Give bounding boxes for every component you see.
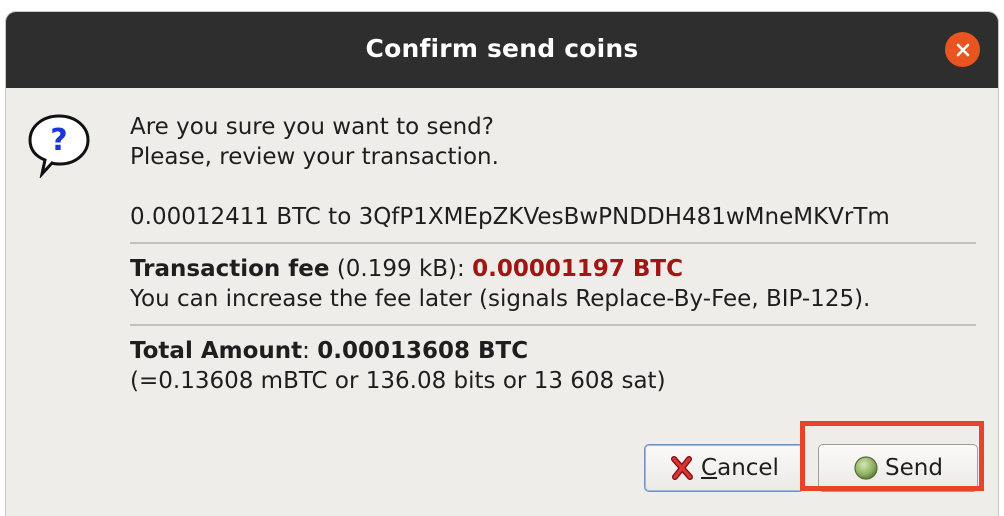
total-separator: : bbox=[302, 338, 318, 364]
send-label: Send bbox=[885, 455, 943, 481]
message-content: Are you sure you want to send? Please, r… bbox=[130, 112, 985, 396]
send-button[interactable]: Send bbox=[818, 444, 978, 492]
green-circle-icon bbox=[853, 455, 879, 481]
separator bbox=[130, 242, 976, 244]
fee-label: Transaction fee bbox=[130, 256, 330, 282]
dialog-title: Confirm send coins bbox=[365, 34, 639, 63]
recipient-line: 0.00012411 BTC to 3QfP1XMEpZKVesBwPNDDH4… bbox=[130, 204, 890, 230]
red-x-icon bbox=[669, 455, 695, 481]
cancel-label: Cancel bbox=[701, 455, 779, 481]
close-button[interactable] bbox=[945, 32, 980, 67]
total-alt-units: (=0.13608 mBTC or 136.08 bits or 13 608 … bbox=[130, 368, 666, 394]
fee-amount: 0.00001197 BTC bbox=[472, 256, 683, 282]
total-line: Total Amount: 0.00013608 BTC bbox=[130, 336, 985, 366]
fee-line: Transaction fee (0.199 kB): 0.00001197 B… bbox=[130, 254, 985, 284]
review-instruction: Please, review your transaction. bbox=[130, 144, 499, 170]
titlebar: Confirm send coins bbox=[6, 12, 998, 88]
total-label: Total Amount bbox=[130, 338, 303, 364]
confirm-send-dialog: Confirm send coins ? Are you sure you wa… bbox=[6, 12, 998, 516]
question-bubble-icon: ? bbox=[28, 114, 90, 178]
separator bbox=[130, 324, 976, 326]
cancel-button[interactable]: Cancel bbox=[644, 444, 804, 492]
fee-note: You can increase the fee later (signals … bbox=[130, 286, 871, 312]
confirm-question: Are you sure you want to send? bbox=[130, 114, 494, 140]
total-amount: 0.00013608 BTC bbox=[317, 338, 529, 364]
fee-size: (0.199 kB): bbox=[329, 256, 473, 282]
svg-text:?: ? bbox=[50, 123, 67, 158]
close-icon bbox=[956, 43, 969, 56]
